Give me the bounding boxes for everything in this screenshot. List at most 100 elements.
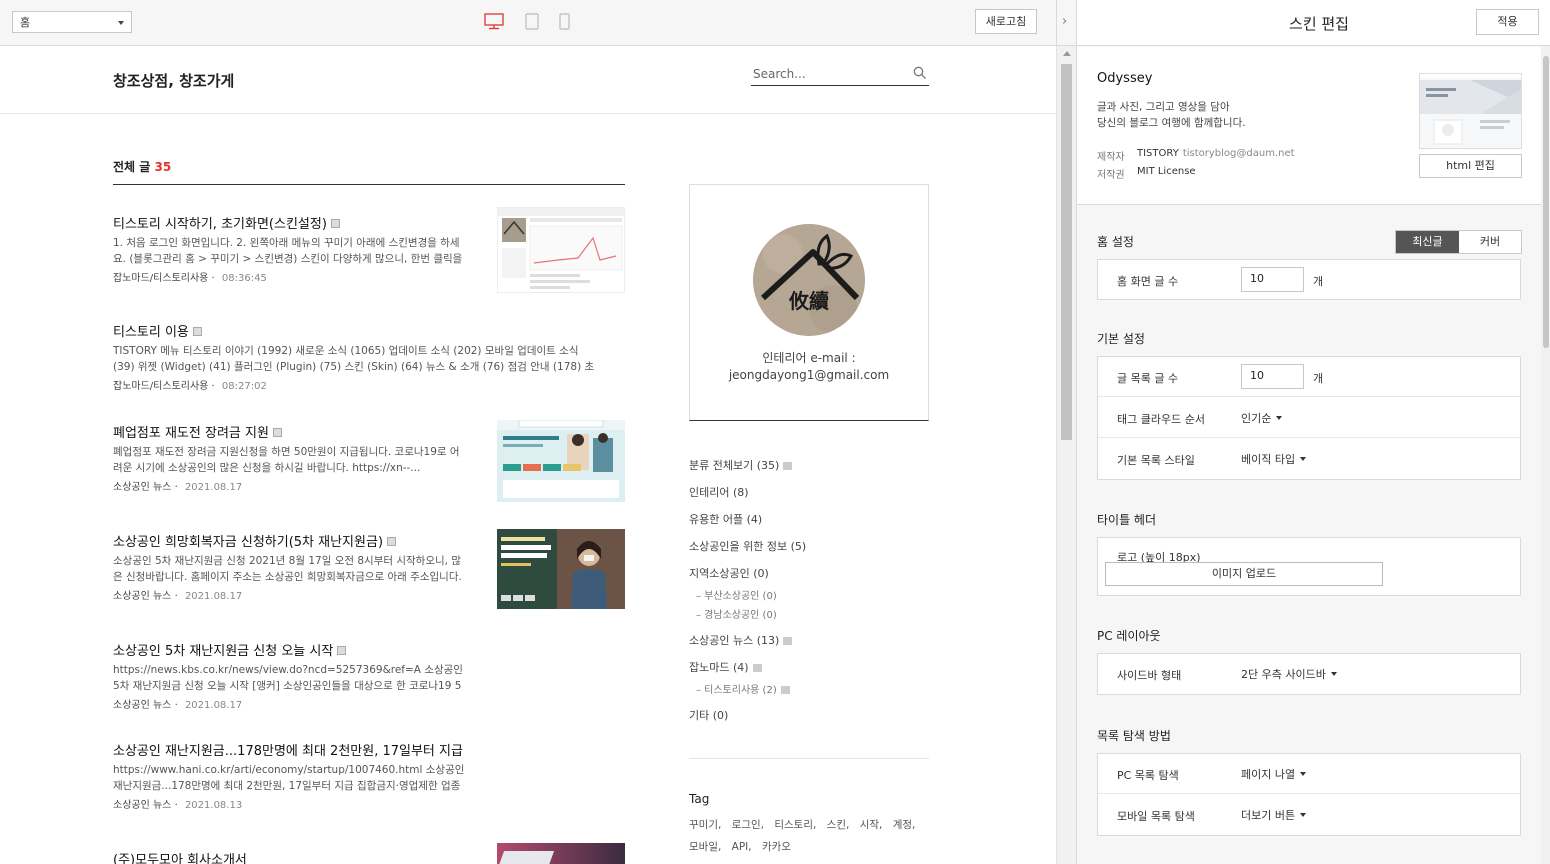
list-count-row: 글 목록 글 수 10 개 (1098, 357, 1520, 397)
post-thumbnail[interactable] (497, 207, 625, 293)
category-label[interactable]: – 부산소상공인 (0) (696, 591, 777, 602)
tag-item[interactable]: 계정, (893, 819, 916, 831)
panel-toggle[interactable]: › (1056, 0, 1076, 46)
tag-order-label: 태그 클라우드 순서 (1117, 413, 1205, 426)
category-item[interactable]: 기타 (0) (689, 707, 728, 723)
desktop-view-icon[interactable] (484, 13, 504, 33)
subcategory-item[interactable]: – 부산소상공인 (0) (696, 587, 777, 602)
image-icon (272, 428, 282, 437)
post-thumbnail[interactable] (497, 420, 625, 502)
post-category[interactable]: 소상공인 뉴스 (113, 591, 171, 602)
category-label[interactable]: 지역소상공인 (0) (689, 567, 769, 580)
home-posts-input[interactable]: 10 (1241, 267, 1304, 292)
profile-description: 인테리어 e-mail : jeongdayong1@gmail.com (690, 350, 928, 384)
post-item[interactable]: 소상공인 5차 재난지원금 신청 오늘 시작 https://news.kbs.… (113, 640, 625, 711)
tag-title: Tag (689, 792, 710, 806)
preview-scrollbar[interactable] (1056, 46, 1076, 864)
post-item[interactable]: 폐업점포 재도전 장려금 지원 폐업점포 재도전 장려금 지원신청을 하면 50… (113, 420, 625, 502)
search-input[interactable]: Search... (751, 64, 929, 86)
maker-email: tistoryblog@daum.net (1182, 148, 1295, 159)
category-item[interactable]: 유용한 어플 (4) (689, 511, 762, 527)
category-label[interactable]: – 티스토리사용 (2) (696, 685, 777, 696)
category-item[interactable]: 잡노마드 (4) (689, 659, 762, 675)
post-title[interactable]: 소상공인 5차 재난지원금 신청 오늘 시작 (113, 644, 333, 659)
mobile-nav-dropdown[interactable]: 더보기 버튼 (1241, 807, 1307, 823)
image-icon (330, 219, 340, 228)
tag-item[interactable]: 로그인, (732, 819, 764, 831)
profile-widget: 攸續 인테리어 e-mail : jeongdayong1@gmail.com (689, 184, 929, 421)
mobile-view-icon[interactable] (559, 13, 570, 33)
category-label[interactable]: 기타 (0) (689, 709, 728, 722)
category-label[interactable]: 분류 전체보기 (35) (689, 459, 779, 472)
post-item[interactable]: 소상공인 희망회복자금 신청하기(5차 재난지원금) 소상공인 5차 재난지원금… (113, 529, 625, 609)
search-icon[interactable] (913, 66, 927, 80)
title-header-card: 로고 (높이 18px) 이미지 업로드 (1097, 537, 1521, 596)
scrollbar-thumb[interactable] (1061, 64, 1072, 440)
category-label[interactable]: 인테리어 (8) (689, 486, 749, 499)
category-label[interactable]: 소상공인 뉴스 (13) (689, 634, 779, 647)
tag-item[interactable]: API, (732, 841, 752, 853)
tag-item[interactable]: 티스토리, (774, 819, 816, 831)
caret-down-icon (1300, 772, 1307, 776)
category-label[interactable]: – 경남소상공인 (0) (696, 610, 777, 621)
cover-option[interactable]: 커버 (1459, 231, 1521, 253)
post-title[interactable]: 티스토리 시작하기, 초기화면(스킨설정) (113, 217, 327, 232)
tag-order-value: 인기순 (1241, 412, 1272, 425)
category-item[interactable]: 인테리어 (8) (689, 484, 749, 500)
html-edit-button[interactable]: html 편집 (1419, 154, 1522, 178)
post-item[interactable]: (주)모두모아 회사소개서 (113, 843, 625, 864)
editor-scrollbar[interactable] (1541, 46, 1550, 864)
recent-posts-option[interactable]: 최신글 (1396, 231, 1459, 253)
post-title[interactable]: 소상공인 재난지원금...178만명에 최대 2천만원, 17일부터 지급 (113, 744, 463, 759)
home-type-toggle[interactable]: 최신글 커버 (1395, 230, 1522, 254)
post-item[interactable]: 티스토리 이용 TISTORY 메뉴 티스토리 이야기 (1992) 새로운 소… (113, 321, 625, 392)
post-category[interactable]: 잡노마드/티스토리사용 (113, 273, 208, 284)
list-count-input[interactable]: 10 (1241, 364, 1304, 389)
post-category[interactable]: 소상공인 뉴스 (113, 800, 171, 811)
post-title[interactable]: 티스토리 이용 (113, 325, 189, 340)
tag-item[interactable]: 스킨, (827, 819, 850, 831)
tag-order-dropdown[interactable]: 인기순 (1241, 410, 1283, 426)
category-item[interactable]: 분류 전체보기 (35) (689, 457, 793, 473)
title-header-title: 타이틀 헤더 (1097, 513, 1157, 527)
post-category[interactable]: 잡노마드/티스토리사용 (113, 381, 208, 392)
post-title[interactable]: 소상공인 희망회복자금 신청하기(5차 재난지원금) (113, 535, 383, 550)
profile-logo[interactable]: 攸續 (753, 224, 865, 336)
category-item[interactable]: 지역소상공인 (0) (689, 565, 769, 581)
tag-item[interactable]: 꾸미기, (689, 819, 721, 831)
tablet-view-icon[interactable] (525, 13, 539, 33)
category-label[interactable]: 유용한 어플 (4) (689, 513, 762, 526)
page-select[interactable]: 홈 (12, 11, 132, 33)
post-category[interactable]: 소상공인 뉴스 (113, 700, 171, 711)
list-style-dropdown[interactable]: 베이직 타입 (1241, 451, 1307, 467)
post-thumbnail[interactable] (497, 529, 625, 609)
post-category[interactable]: 소상공인 뉴스 (113, 482, 171, 493)
refresh-button[interactable]: 새로고침 (975, 9, 1037, 34)
post-thumbnail[interactable] (497, 843, 625, 864)
post-title[interactable]: (주)모두모아 회사소개서 (113, 853, 247, 864)
post-item[interactable]: 소상공인 재난지원금...178만명에 최대 2천만원, 17일부터 지급 ht… (113, 740, 625, 811)
skin-desc-line: 글과 사진, 그리고 영상을 담아 (1097, 101, 1230, 113)
apply-button[interactable]: 적용 (1476, 9, 1539, 35)
tag-item[interactable]: 모바일, (689, 841, 721, 853)
image-upload-button[interactable]: 이미지 업로드 (1105, 562, 1383, 586)
category-label[interactable]: 잡노마드 (4) (689, 661, 749, 674)
tag-item[interactable]: 시작, (860, 819, 883, 831)
post-title[interactable]: 폐업점포 재도전 장려금 지원 (113, 426, 269, 441)
category-label[interactable]: 소상공인을 위한 정보 (5) (689, 540, 806, 553)
subcategory-item[interactable]: – 티스토리사용 (2) (696, 681, 790, 696)
post-time: 08:27:02 (221, 381, 267, 392)
pc-nav-dropdown[interactable]: 페이지 나열 (1241, 766, 1307, 782)
new-badge-icon (783, 462, 793, 470)
category-item[interactable]: 소상공인 뉴스 (13) (689, 632, 793, 648)
sidebar-dropdown[interactable]: 2단 우측 사이드바 (1241, 666, 1337, 682)
subcategory-item[interactable]: – 경남소상공인 (0) (696, 606, 777, 621)
blog-title[interactable]: 창조상점, 창조가게 (113, 70, 234, 91)
new-badge-icon (783, 637, 793, 645)
profile-email[interactable]: jeongdayong1@gmail.com (690, 367, 928, 384)
category-item[interactable]: 소상공인을 위한 정보 (5) (689, 538, 806, 554)
scrollbar-thumb[interactable] (1543, 56, 1549, 348)
scroll-up-icon[interactable] (1063, 51, 1071, 56)
tag-item[interactable]: 카카오 (762, 841, 791, 853)
post-item[interactable]: 티스토리 시작하기, 초기화면(스킨설정) 1. 처음 로그인 화면입니다. 2… (113, 207, 625, 293)
